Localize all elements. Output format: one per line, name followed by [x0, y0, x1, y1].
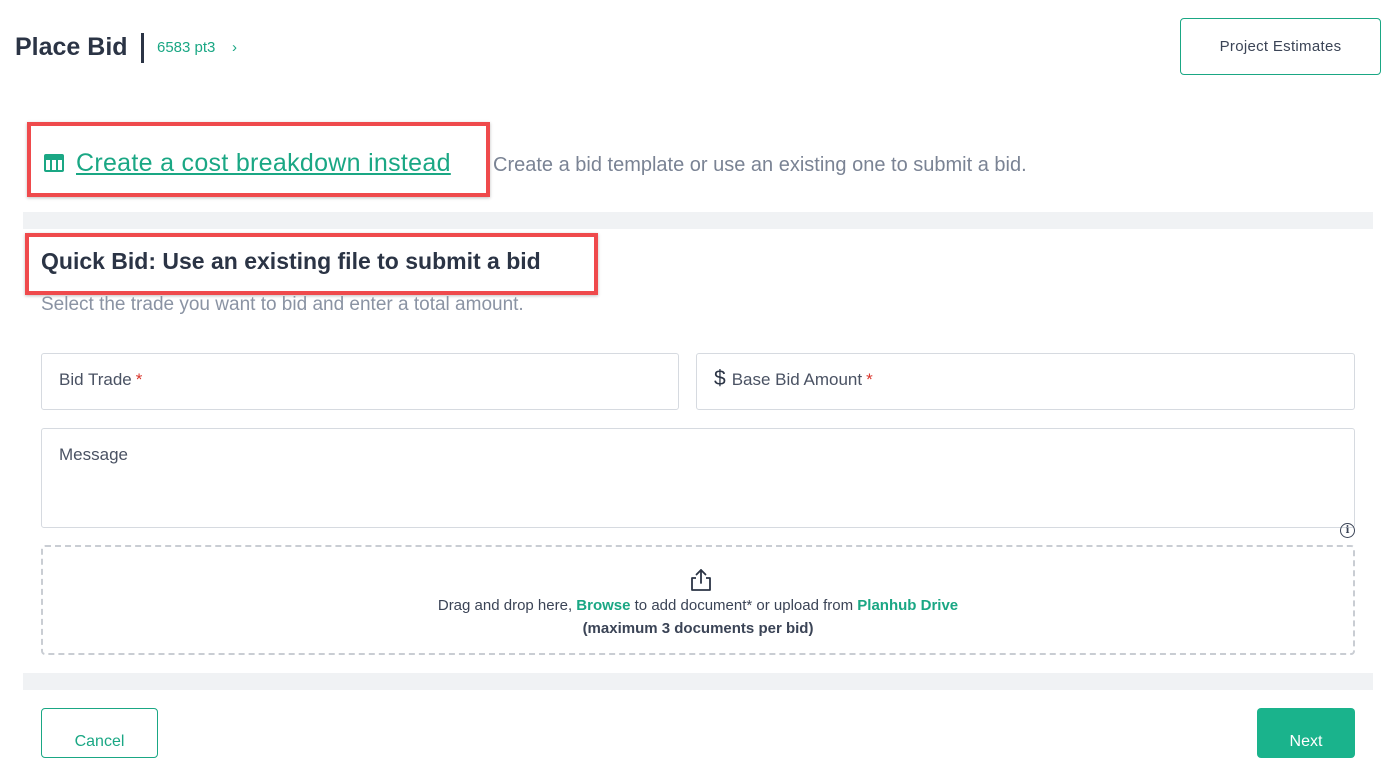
next-button[interactable]: Next [1257, 708, 1355, 758]
section-divider-top [23, 212, 1373, 229]
message-field[interactable]: Message [41, 428, 1355, 528]
bid-trade-label: Bid Trade * [59, 370, 143, 389]
project-estimates-button[interactable]: Project Estimates [1180, 18, 1381, 75]
dollar-icon: $ [714, 367, 726, 390]
upload-icon [691, 569, 711, 591]
planhub-drive-link[interactable]: Planhub Drive [857, 597, 958, 614]
section-divider-bottom [23, 673, 1373, 690]
quick-bid-subtitle: Select the trade you want to bid and ent… [41, 294, 524, 315]
chevron-right-icon: › [232, 39, 237, 56]
page-title: Place Bid [15, 33, 128, 61]
cost-breakdown-description: Create a bid template or use an existing… [493, 154, 1027, 176]
required-mark: * [866, 370, 873, 389]
dropzone-limit-note: (maximum 3 documents per bid) [582, 620, 814, 637]
title-divider [141, 33, 144, 63]
dropzone-instructions: Drag and drop here, Browse to add docume… [437, 597, 959, 614]
browse-link[interactable]: Browse [576, 597, 630, 614]
info-icon[interactable]: i [1340, 523, 1355, 538]
bid-trade-field[interactable]: Bid Trade * [41, 353, 679, 410]
required-mark: * [135, 370, 143, 389]
file-dropzone[interactable]: Drag and drop here, Browse to add docume… [41, 545, 1355, 655]
message-label: Message [59, 445, 128, 464]
quick-bid-title: Quick Bid: Use an existing file to submi… [41, 248, 541, 274]
create-cost-breakdown-link[interactable]: Create a cost breakdown instead [76, 147, 451, 179]
base-bid-amount-label: $ Base Bid Amount * [714, 367, 873, 390]
table-icon [44, 154, 64, 172]
base-bid-amount-field[interactable]: $ Base Bid Amount * [696, 353, 1355, 410]
breadcrumb-project[interactable]: 6583 pt3 [157, 38, 215, 58]
cancel-button[interactable]: Cancel [41, 708, 158, 758]
